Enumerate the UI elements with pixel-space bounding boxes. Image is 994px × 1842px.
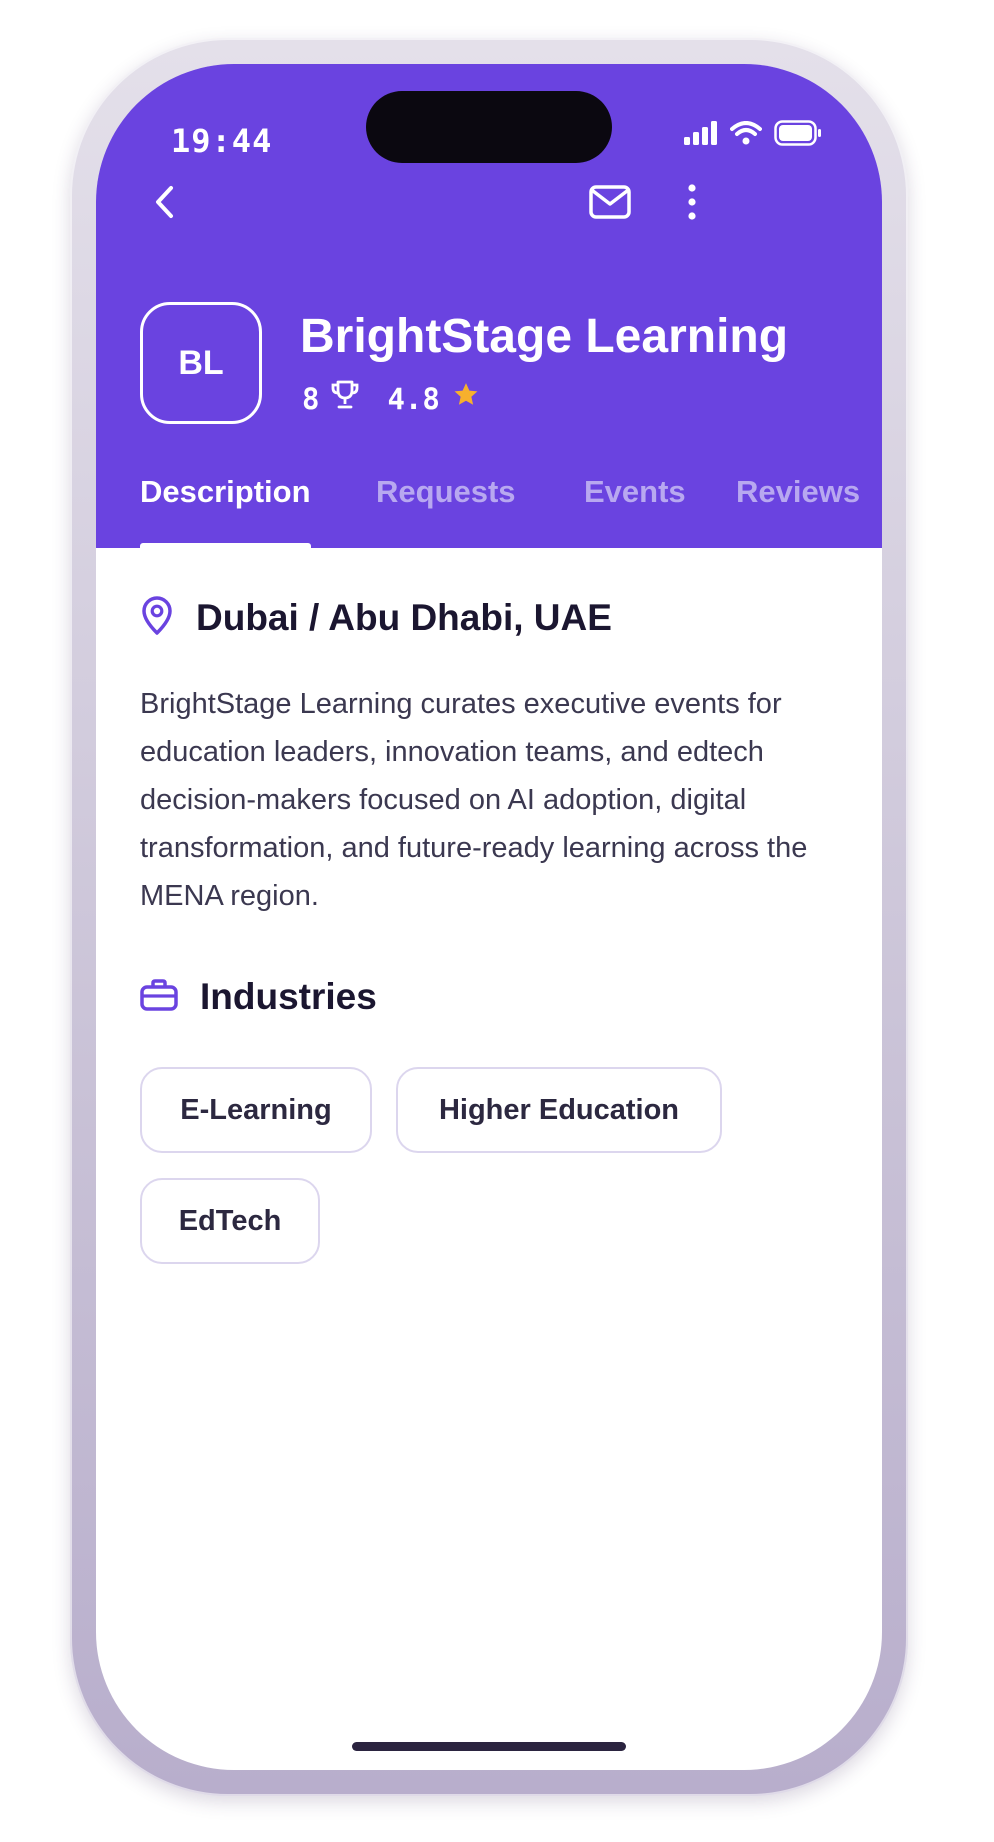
industry-chip[interactable]: Higher Education [396,1067,722,1153]
location-pin-icon [140,596,174,640]
tab-reviews[interactable]: Reviews [736,474,860,548]
home-indicator[interactable] [352,1742,626,1751]
signal-icon [684,121,718,149]
tab-label: Requests [376,474,516,509]
status-time: 19:44 [171,122,273,160]
profile-header: 19:44 BL BrightStage Learning 8 4.8 Desc… [96,64,882,548]
more-options-button[interactable] [662,174,722,234]
message-button[interactable] [580,174,640,234]
more-vertical-icon [687,184,697,224]
status-icons [684,120,822,150]
industries-header: Industries [140,976,377,1018]
organization-stats: 8 4.8 [302,380,480,417]
rating-value: 4.8 [387,381,440,416]
tab-description[interactable]: Description [140,474,311,548]
profile-tabs: Description Requests Events Reviews [140,474,882,548]
briefcase-icon [140,979,178,1015]
industries-title: Industries [200,976,377,1017]
organization-avatar: BL [140,302,262,424]
trophy-icon [331,380,359,417]
tab-events[interactable]: Events [584,474,686,548]
industry-chip[interactable]: E-Learning [140,1067,372,1153]
active-tab-indicator [140,543,311,548]
mail-icon [589,185,631,223]
tab-label: Events [584,474,686,509]
trophy-count: 8 [302,381,320,416]
industry-chip[interactable]: EdTech [140,1178,320,1264]
wifi-icon [730,121,762,149]
battery-icon [774,120,822,150]
organization-description: BrightStage Learning curates executive e… [140,688,808,912]
organization-name: BrightStage Learning [300,310,789,363]
back-button[interactable] [136,174,196,234]
star-icon [452,381,480,416]
location-text: Dubai / Abu Dhabi, UAE [196,597,612,638]
location-row: Dubai / Abu Dhabi, UAE [140,596,612,640]
tab-requests[interactable]: Requests [376,474,516,548]
tab-label: Description [140,474,311,509]
back-icon [151,185,181,223]
dynamic-island [366,91,612,163]
app-screen: 19:44 BL BrightStage Learning 8 4.8 Desc… [96,64,882,1770]
tab-label: Reviews [736,474,861,509]
